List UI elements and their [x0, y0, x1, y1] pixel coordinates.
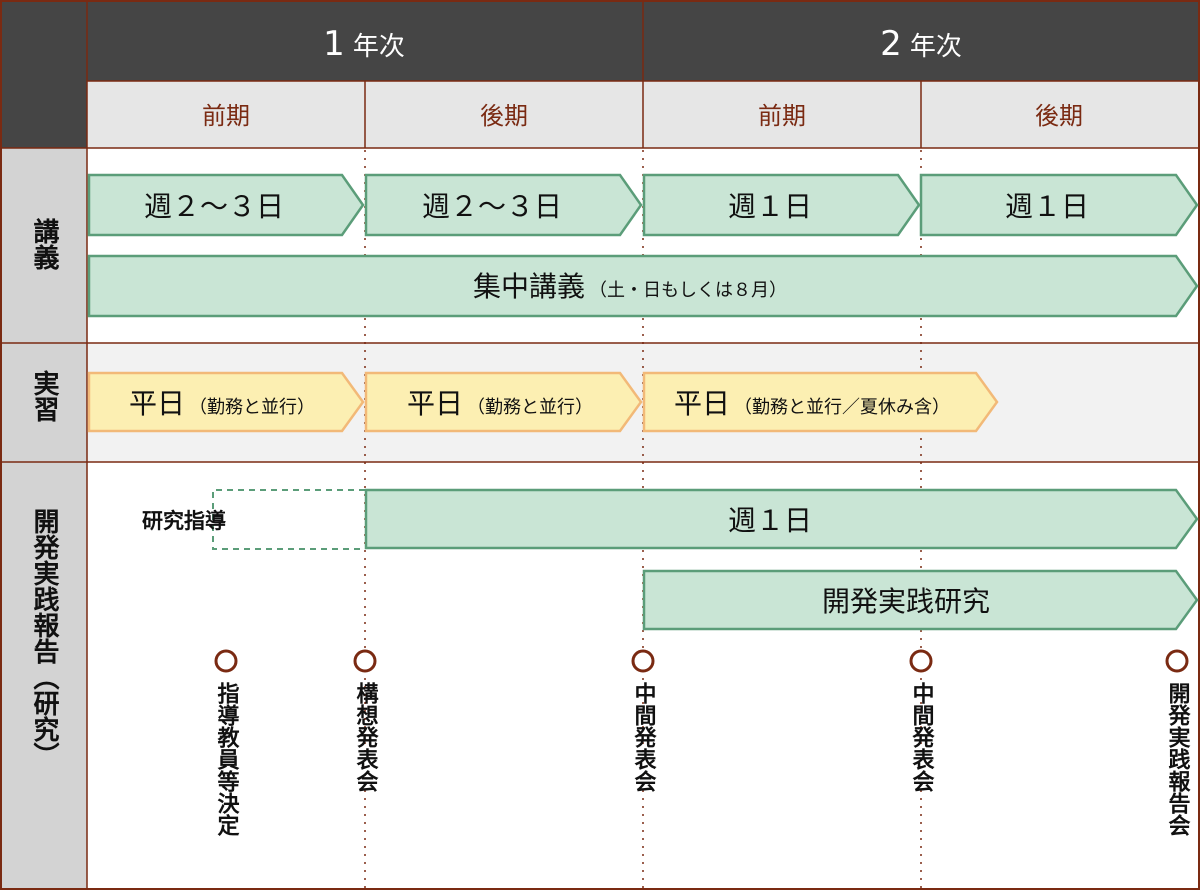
practice-3-main: 平日	[674, 387, 730, 420]
lecture-bar-y1-first-text: 週２～３日	[144, 190, 284, 223]
term-header-y2-first: 前期	[758, 102, 806, 130]
milestone-1-circle	[214, 649, 238, 673]
research-guidance-label: 研究指導	[142, 509, 226, 533]
lecture-intensive-sub: （土・日もしくは８月）	[589, 280, 787, 301]
lecture-bar-y1-second-text: 週２～３日	[422, 190, 562, 223]
milestone-2-circle	[353, 649, 377, 673]
practice-3-sub: （勤務と並行／夏休み含）	[734, 397, 950, 418]
year-2-label: 年次	[910, 32, 962, 62]
lecture-intensive-main: 集中講義	[473, 270, 585, 303]
milestone-3-label: 中間発表会	[631, 682, 658, 793]
milestone-4-circle	[909, 649, 933, 673]
milestone-2-label: 構想発表会	[353, 681, 380, 793]
research-bar-development-text: 開発実践研究	[822, 585, 990, 618]
practice-2-sub: （勤務と並行）	[467, 397, 593, 418]
practice-1-sub: （勤務と並行）	[189, 397, 315, 418]
milestone-5-label: 開発実践報告会	[1165, 682, 1192, 837]
row-label-lecture: 講義	[29, 217, 59, 271]
research-guidance-dashed-box	[212, 489, 365, 550]
practice-1-main: 平日	[129, 387, 185, 420]
term-header-y2-second: 後期	[1035, 102, 1083, 130]
milestone-1-label: 指導教員等決定	[214, 682, 241, 837]
corner-cell	[0, 0, 87, 148]
lecture-bar-y2-first-text: 週１日	[728, 190, 812, 223]
year-2-number: 2	[880, 24, 902, 64]
row-label-research: 開発実践報告（研究）	[29, 508, 60, 768]
milestone-4-label: 中間発表会	[909, 682, 936, 793]
milestone-3-circle	[631, 649, 655, 673]
research-bar-weekly-text: 週１日	[728, 504, 812, 537]
practice-2-main: 平日	[407, 387, 463, 420]
milestone-5-circle	[1165, 649, 1189, 673]
row-label-practice: 実習	[29, 369, 59, 423]
lecture-bar-y2-second-text: 週１日	[1005, 190, 1089, 223]
term-header-y1-first: 前期	[202, 102, 250, 130]
year-1-number: 1	[323, 24, 345, 64]
year-1-label: 年次	[353, 32, 405, 62]
timeline-diagram: 1 年次 2 年次 前期 後期 前期 後期 講義 実習 開発実践報告（研究） 週２～…	[0, 0, 1200, 890]
term-header-y1-second: 後期	[480, 102, 528, 130]
